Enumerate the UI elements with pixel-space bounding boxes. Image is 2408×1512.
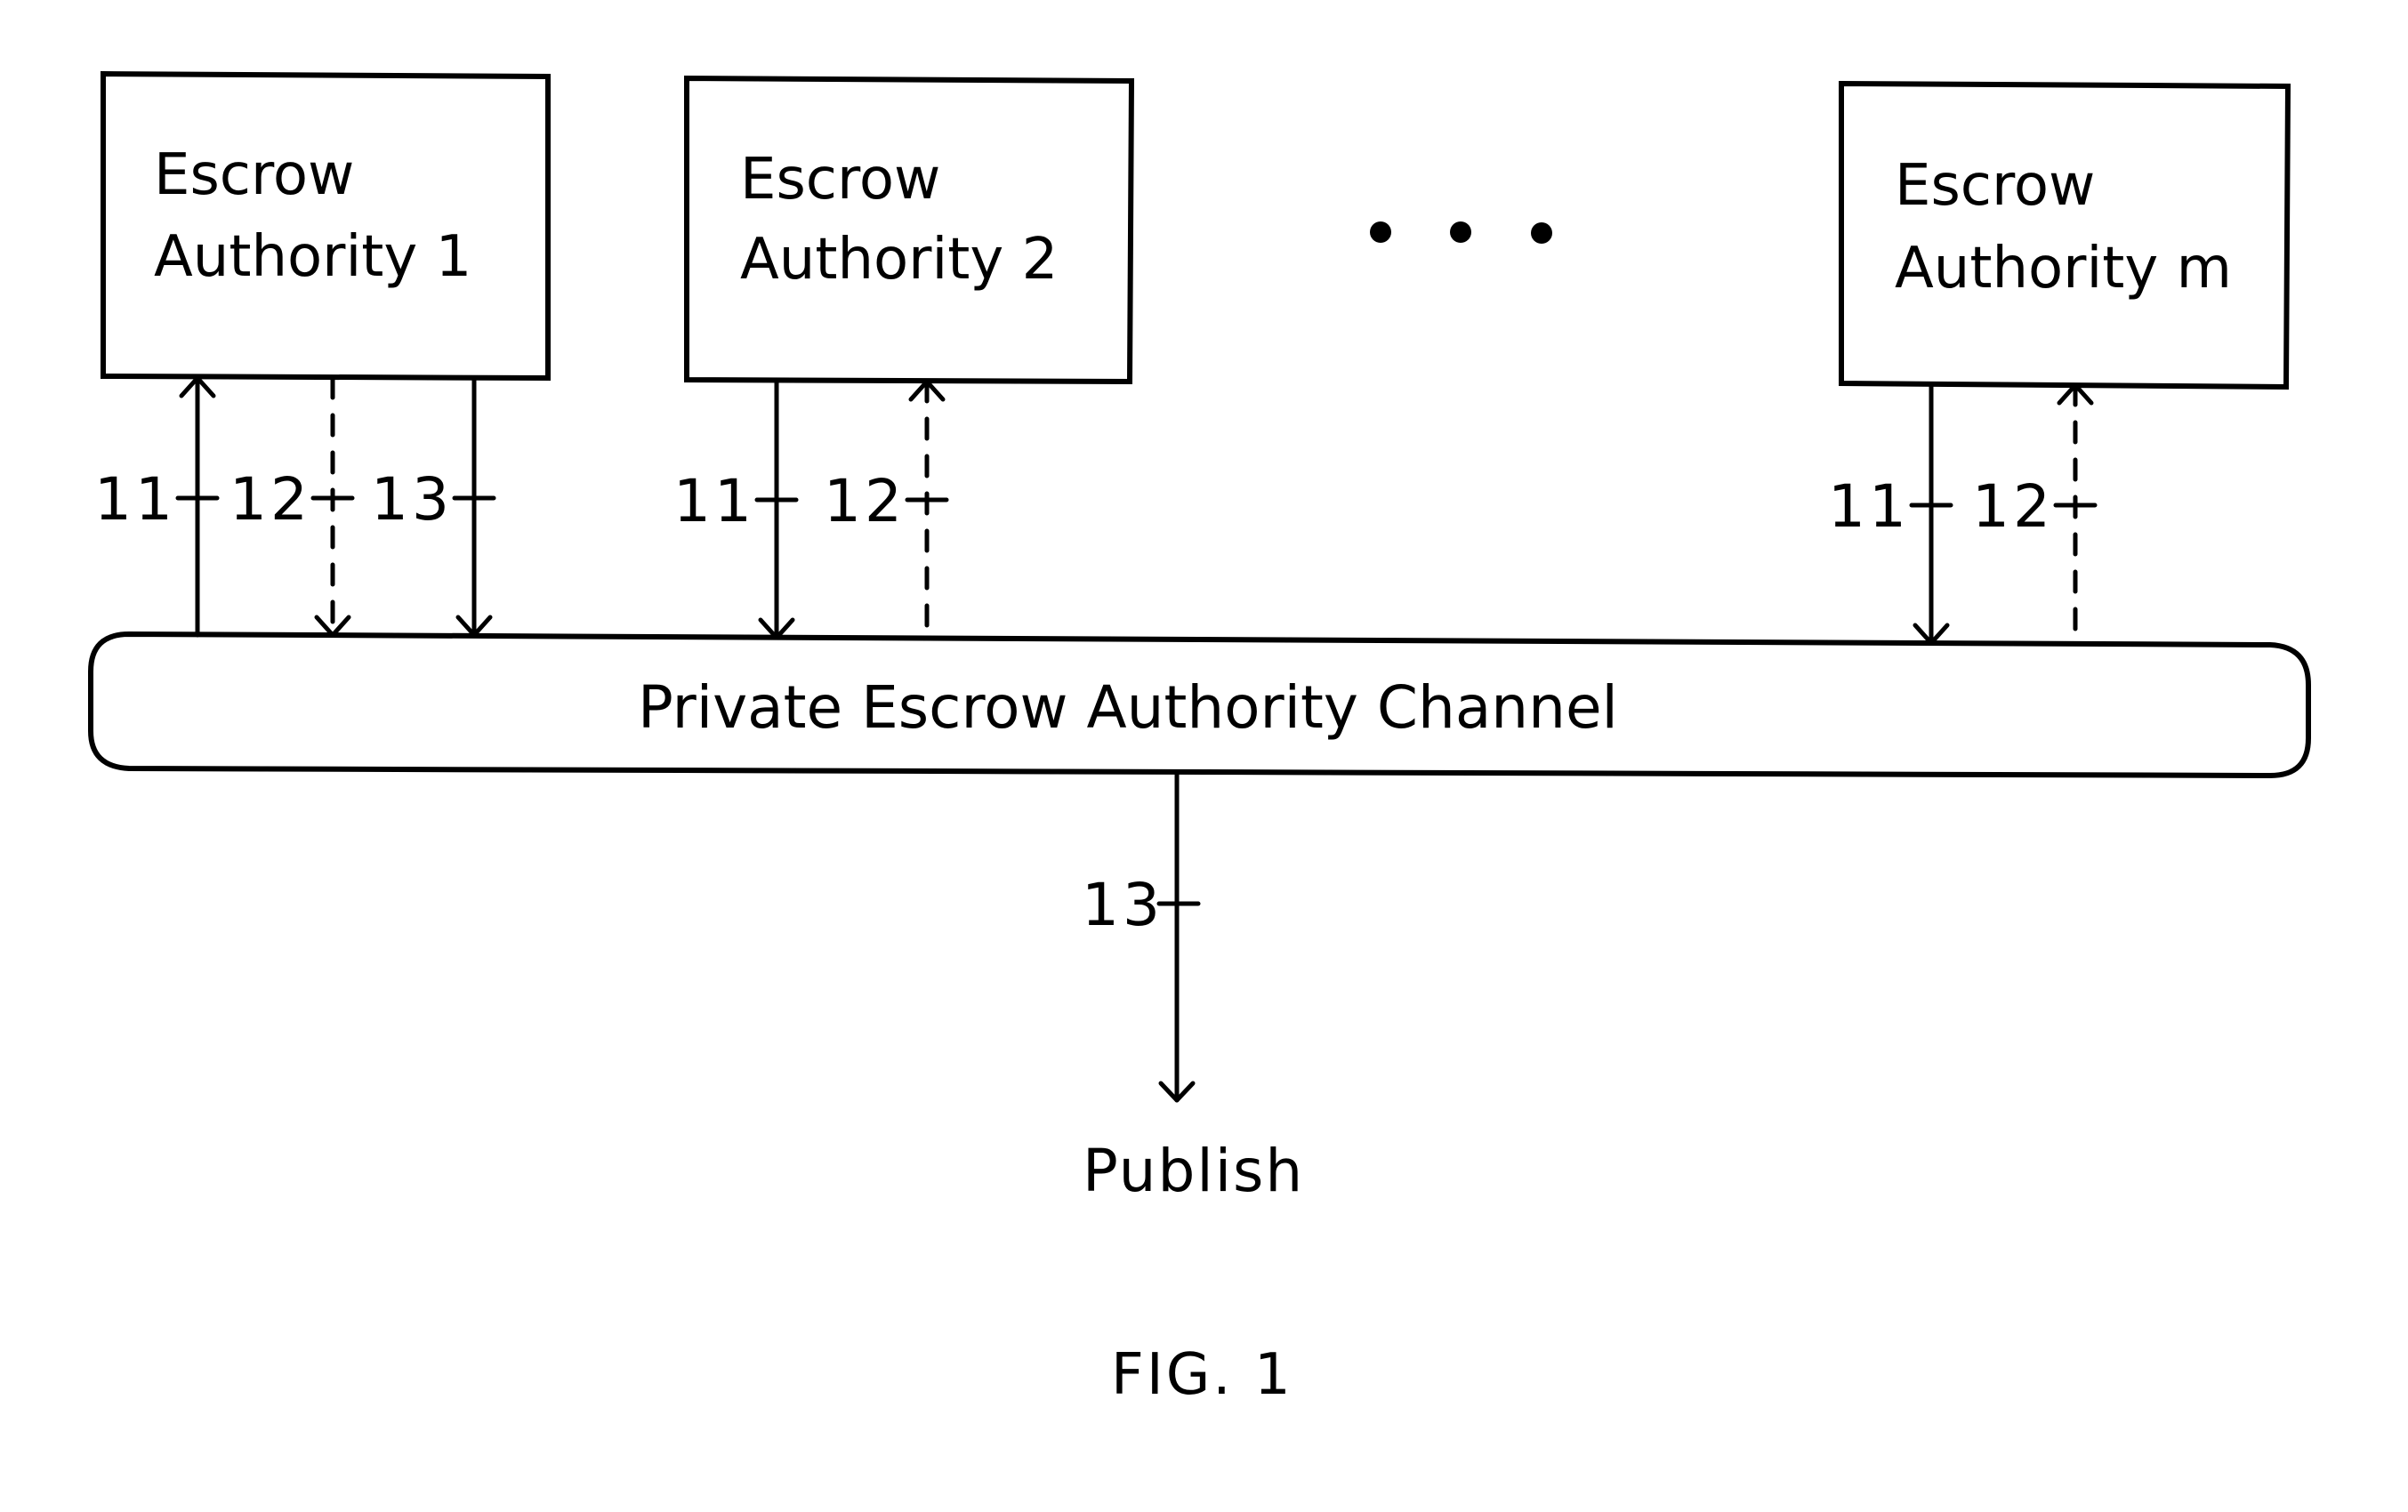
channel-label: Private Escrow Authority Channel [638,673,1618,742]
authority-2-line1: Escrow [740,147,940,213]
connection-ref-label: 11 [673,467,755,535]
ellipsis-dot [1531,222,1552,244]
output-ref-label: 13 [1082,871,1164,939]
publish-label: Publish [1083,1137,1304,1205]
publish-arrow: 13 [1082,771,1201,1103]
connection-ref-label: 11 [1828,472,1910,541]
connection-authority-1-13: 13 [371,375,496,638]
connection-ref-label: 13 [371,465,453,534]
authority-m-line2: Authority m [1895,236,2232,302]
escrow-diagram: Escrow Authority 1 Escrow Authority 2 Es… [88,70,2311,1408]
private-channel: Private Escrow Authority Channel [88,631,2311,779]
figure-label: FIG. 1 [1111,1342,1293,1408]
connection-ref-label: 12 [1972,472,2054,541]
connection-authority-1-11: 11 [94,375,220,638]
authority-box-m: Escrow Authority m [1839,80,2291,390]
ellipsis-dot [1370,221,1391,243]
connection-ref-label: 12 [230,465,311,534]
authority-1-line1: Escrow [154,142,354,208]
authority-2-line2: Authority 2 [740,227,1058,293]
authority-m-line1: Escrow [1895,153,2095,219]
connection-authority-m-11: 11 [1828,382,1953,646]
ellipsis-dots-icon [1370,221,1552,244]
authority-box-2: Escrow Authority 2 [684,75,1135,385]
connection-authority-2-11: 11 [673,379,799,640]
authority-1-line2: Authority 1 [154,224,471,290]
connection-authority-2-12: 12 [824,379,949,640]
ellipsis-dot [1450,221,1471,243]
connection-arrows: 11 12 13 11 12 11 12 [94,375,2098,646]
connection-authority-1-12: 12 [230,375,355,638]
connection-ref-label: 11 [94,465,176,534]
authority-box-1: Escrow Authority 1 [101,70,551,382]
connection-ref-label: 12 [824,467,906,535]
connection-authority-m-12: 12 [1972,382,2098,646]
